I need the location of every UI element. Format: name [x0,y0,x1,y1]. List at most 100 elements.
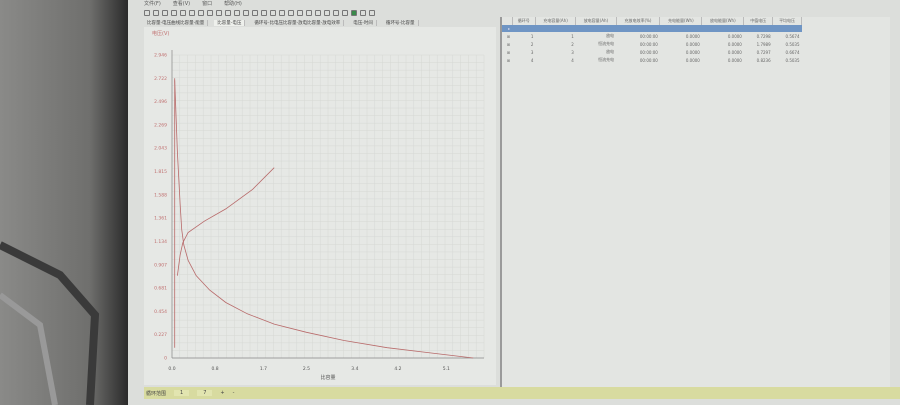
table-cell: 0.7297 [756,49,771,55]
toolbar-button-icon[interactable] [315,9,321,16]
table-row[interactable]: ⊞ 2 2 恒流充电 00:00:00 0.0000 0.0000 1.7989 0.5035 [502,40,802,48]
table-cell: 00:00:00 [639,33,658,39]
table-cell: 00:00:00 [639,41,658,47]
y-tick-label: 0 [164,356,167,362]
toolbar-button-icon[interactable] [153,9,159,16]
table-row[interactable]: ⊞ 3 3 放电 00:00:00 0.0000 0.0000 0.7297 0.6674 [502,48,802,56]
menu-view[interactable]: 查看(V) [173,0,190,8]
column-header[interactable]: 充电能量(Wh) [659,17,703,25]
tab-cycle-efficiency[interactable]: 循环号-比电压比容量-放电比容量-放电效率 [251,19,345,26]
toolbar-button-icon[interactable] [306,9,312,16]
y-tick-label: 2.496 [154,99,167,105]
column-header[interactable]: 平均电压 [772,17,802,25]
x-tick-label: 0.8 [211,366,218,372]
expand-icon[interactable]: ⊞ [502,48,512,56]
table-cell: 3 [530,49,534,55]
column-header[interactable]: 循环号 [512,17,536,25]
toolbar-button-icon[interactable] [144,9,150,16]
y-tick-label: 2.043 [154,146,167,152]
toolbar-button-icon[interactable] [234,9,240,16]
lamp-arm [0,241,100,405]
table-row-selected[interactable]: ▸ [502,25,802,32]
table-cell: 恒流充电 [598,57,615,62]
y-tick-label: 1.815 [154,169,167,175]
menu-file[interactable]: 文件(F) [144,0,161,8]
toolbar-button-icon[interactable] [243,9,249,16]
toolbar-button-icon[interactable] [216,9,222,16]
toolbar-button-icon[interactable] [189,9,195,16]
table-cell: 0.0000 [727,49,742,55]
table-cell: 00:00:00 [639,57,658,63]
column-header[interactable]: 中值电压 [743,17,774,25]
monitor-screen: 文件(F) 查看(V) 窗口 帮助(H) 比容量-电压曲线比容量-能量 比容量-… [128,0,900,405]
menu-help[interactable]: 帮助(H) [224,0,242,8]
y-tick-label: 2.722 [154,76,167,82]
toolbar-button-icon[interactable] [171,9,177,16]
toolbar-button-icon[interactable] [324,9,330,16]
table-cell: 2 [571,41,574,47]
table-cell: 0.0000 [685,57,700,63]
toolbar-button-icon[interactable] [261,9,267,16]
table-cell: 1.7989 [756,41,771,47]
tab-voltage-time[interactable]: 电压-时间 [350,19,377,26]
toolbar-button-icon[interactable] [252,9,258,16]
cycle-to-input[interactable]: 7 [197,390,213,396]
y-axis-label: 电压(V) [152,30,169,37]
table-cell: 2 [530,41,534,47]
x-tick-label: 5.1 [443,366,450,372]
tab-capacity-voltage-energy[interactable]: 比容量-电压曲线比容量-能量 [144,19,209,26]
toolbar-button-icon[interactable] [333,9,339,16]
y-tick-label: 0.454 [154,309,167,315]
toolbar-button-icon[interactable] [207,9,213,16]
chart-tabs: 比容量-电压曲线比容量-能量 比容量-电压 循环号-比电压比容量-放电比容量-放… [144,18,494,27]
table-row[interactable]: ⊞ 1 1 放电 00:00:00 0.0000 0.0000 0.7298 0.5674 [502,32,802,40]
table-row[interactable]: ⊞ 4 4 恒流充电 00:00:00 0.0000 0.0000 0.8236 0.5035 [502,56,802,64]
y-tick-label: 1.361 [154,216,167,222]
row-header [502,17,513,25]
menu-window[interactable]: 窗口 [202,0,212,8]
table-cell: 0.0000 [685,49,700,55]
x-tick-label: 2.5 [303,366,310,372]
column-header[interactable]: 放电能量(Wh) [701,17,745,25]
table-cell: 4 [571,57,574,63]
cycle-table: 循环号 充电容量(Ah) 放电容量(Ah) 充放电效率(%) 充电能量(Wh) 放电能量(… [502,17,802,64]
column-header[interactable]: 充电容量(Ah) [535,17,577,25]
voltage-capacity-chart: 电压(V) 比容量 0 0.227 0.454 0.681 0.907 1.134 1.361 1… [152,30,485,381]
expand-icon[interactable]: ⊞ [502,56,512,64]
toolbar-button-icon[interactable] [360,9,366,16]
toolbar-button-icon[interactable] [270,9,276,16]
x-tick-label: 0.0 [168,366,175,372]
y-tick-label: 1.134 [154,239,167,245]
toolbar-button-icon[interactable] [297,9,303,16]
y-tick-label: 0.907 [154,262,167,268]
expand-icon[interactable]: ⊞ [502,32,512,40]
cycle-range-label: 循环范围 [146,390,167,397]
remove-button[interactable]: - [233,390,235,396]
toolbar-button-icon[interactable] [279,9,285,16]
toolbar-button-icon[interactable] [198,9,204,16]
y-tick-label: 1.588 [154,192,167,198]
toolbar-button-icon[interactable] [342,9,348,16]
table-cell: 0.0000 [727,57,742,63]
y-tick-label: 0.681 [154,286,167,292]
add-button[interactable]: + [220,390,224,396]
table-cell: 0.0000 [685,41,700,47]
toolbar-button-icon[interactable] [225,9,231,16]
tab-capacity-voltage[interactable]: 比容量-电压 [214,19,246,26]
toolbar-button-icon[interactable] [351,9,357,16]
chart-panel: 电压(V) 比容量 0 0.227 0.454 0.681 0.907 1.134 1.361 1… [144,27,496,385]
table-cell: 0.7298 [756,33,771,39]
column-header[interactable]: 充放电效率(%) [616,17,661,25]
tab-cycle-capacity[interactable]: 循环号-比容量 [383,19,419,26]
x-tick-label: 1.7 [260,366,267,372]
toolbar-button-icon[interactable] [369,9,375,16]
column-header[interactable]: 放电容量(Ah) [575,17,617,25]
table-cell: 0.5035 [785,57,800,63]
toolbar-button-icon[interactable] [162,9,168,16]
x-axis-label: 比容量 [320,374,335,381]
cycle-from-input[interactable]: 1 [174,390,190,396]
toolbar-button-icon[interactable] [288,9,294,16]
data-table-panel: 循环号 充电容量(Ah) 放电容量(Ah) 充放电效率(%) 充电能量(Wh) 放电能量(… [500,17,890,387]
expand-icon[interactable]: ⊞ [502,40,512,48]
toolbar-button-icon[interactable] [180,9,186,16]
